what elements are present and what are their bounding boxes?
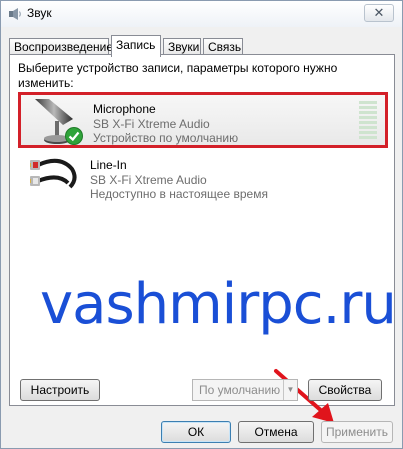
device-list[interactable]: Microphone SB X-Fi Xtreme Audio Устройст… bbox=[18, 92, 397, 372]
sound-dialog: Звук ✕ Воспроизведение Запись Звуки Связ… bbox=[0, 0, 403, 449]
device-status: Недоступно в настоящее время bbox=[90, 187, 268, 201]
cancel-button[interactable]: Отмена bbox=[238, 421, 314, 443]
window-title: Звук bbox=[27, 6, 52, 20]
speaker-icon bbox=[9, 8, 21, 20]
device-name: Microphone bbox=[93, 102, 156, 116]
device-item-microphone[interactable]: Microphone SB X-Fi Xtreme Audio Устройст… bbox=[18, 92, 388, 148]
level-meter bbox=[359, 101, 377, 143]
device-name: Line-In bbox=[90, 158, 127, 172]
apply-button[interactable]: Применить bbox=[321, 421, 393, 443]
default-check-icon bbox=[65, 127, 83, 145]
instruction-text: Выберите устройство записи, параметры ко… bbox=[18, 61, 338, 90]
tab-recording[interactable]: Запись bbox=[111, 35, 161, 57]
set-default-select[interactable]: По умолчанию ▼ bbox=[192, 379, 298, 401]
close-icon: ✕ bbox=[373, 5, 385, 20]
device-driver: SB X-Fi Xtreme Audio bbox=[90, 173, 207, 187]
device-driver: SB X-Fi Xtreme Audio bbox=[93, 117, 210, 131]
configure-button[interactable]: Настроить bbox=[20, 379, 100, 401]
set-default-label: По умолчанию bbox=[199, 383, 281, 397]
close-button[interactable]: ✕ bbox=[364, 4, 394, 22]
ok-button[interactable]: ОК bbox=[161, 421, 231, 443]
device-status: Устройство по умолчанию bbox=[93, 131, 239, 145]
recording-panel: Выберите устройство записи, параметры ко… bbox=[9, 54, 397, 423]
title-bar[interactable]: Звук ✕ bbox=[1, 1, 402, 27]
chevron-down-icon: ▼ bbox=[283, 380, 297, 400]
device-item-line-in[interactable]: Line-In SB X-Fi Xtreme Audio Недоступно … bbox=[18, 149, 388, 205]
rca-cable-icon bbox=[30, 158, 77, 189]
properties-button[interactable]: Свойства bbox=[308, 379, 382, 401]
watermark-text: vashmirpc.ru bbox=[40, 272, 397, 337]
